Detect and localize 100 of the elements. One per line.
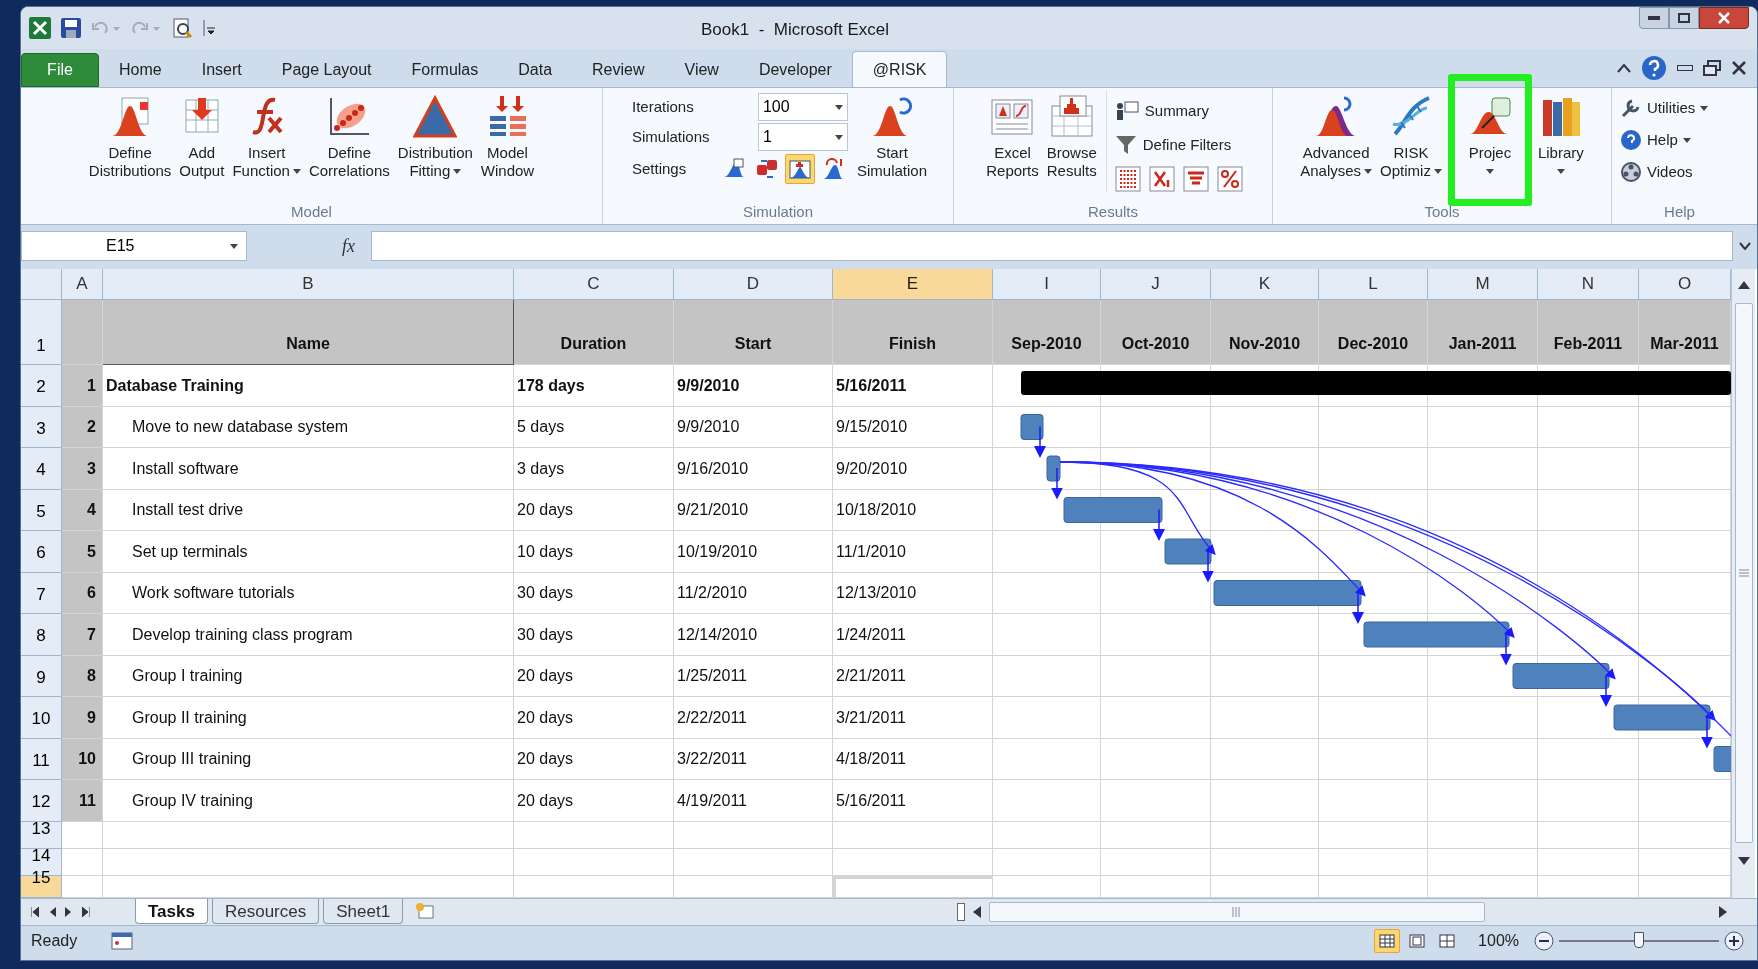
column-header[interactable]: M [1428, 269, 1538, 300]
name-box[interactable]: E15 [21, 231, 247, 261]
row-header[interactable]: 5 [21, 489, 62, 531]
variable-icon[interactable] [1148, 166, 1175, 192]
column-header[interactable]: C [514, 269, 674, 300]
active-cell[interactable] [833, 875, 993, 898]
settings-toggle[interactable] [784, 154, 815, 184]
fx-button[interactable]: fx [253, 231, 365, 261]
close-icon[interactable] [1731, 60, 1747, 76]
view-button[interactable] [1374, 929, 1401, 953]
grid-icon[interactable] [1114, 166, 1141, 192]
ribbon-button[interactable]: Utilities [1620, 92, 1747, 124]
scroll-down-icon[interactable] [1737, 857, 1750, 865]
minimize-icon[interactable] [1677, 65, 1693, 71]
scroll-left-icon[interactable] [973, 906, 981, 918]
ribbon-tab[interactable]: Insert [181, 53, 262, 87]
minimize-button[interactable] [1639, 7, 1669, 29]
ribbon-tab[interactable]: @RISK [851, 51, 948, 87]
close-button[interactable] [1699, 7, 1749, 29]
save-icon[interactable] [61, 18, 81, 38]
zoom-out-icon[interactable] [1533, 930, 1555, 952]
ribbon-tab[interactable]: Page Layout [261, 53, 392, 87]
percent-icon[interactable] [1216, 166, 1243, 192]
ribbon-button[interactable]: Define Distributions [85, 90, 175, 180]
customize-toolbar-icon[interactable] [203, 20, 215, 36]
row-header[interactable]: 12 [21, 780, 62, 822]
ribbon-button[interactable]: Projec [1454, 90, 1525, 180]
ribbon-tab[interactable]: Formulas [391, 53, 499, 87]
ribbon-button[interactable]: RISK Optimiz [1377, 90, 1445, 180]
restore-icon[interactable] [1703, 60, 1721, 76]
column-header[interactable]: I [993, 269, 1101, 300]
ribbon-button[interactable]: Define Filters [1114, 128, 1243, 162]
column-header[interactable]: K [1211, 269, 1319, 300]
row-header[interactable]: 4 [21, 448, 62, 490]
sheet-tab[interactable]: Sheet1 [323, 899, 404, 924]
scroll-thumb[interactable] [1734, 303, 1753, 843]
formula-input[interactable] [371, 231, 1733, 261]
row-header[interactable]: 3 [21, 406, 62, 448]
file-tab[interactable]: File [21, 53, 99, 87]
column-header[interactable]: J [1101, 269, 1211, 300]
task-bar [1164, 538, 1212, 565]
ribbon-tab[interactable]: View [664, 53, 739, 87]
next-sheet-icon[interactable] [65, 907, 73, 917]
collapse-ribbon-icon[interactable] [1617, 63, 1631, 73]
excel-logo-icon[interactable] [29, 17, 51, 39]
split-handle[interactable] [957, 903, 965, 921]
ribbon-tab[interactable]: Data [498, 53, 573, 87]
column-header[interactable]: A [62, 269, 103, 300]
row-header[interactable]: 2 [21, 365, 62, 407]
print-preview-icon[interactable] [171, 17, 193, 39]
bars-icon[interactable] [1182, 166, 1209, 192]
ribbon-button[interactable]: Library [1534, 90, 1587, 180]
ribbon-button[interactable]: Insert Function [229, 90, 304, 180]
ribbon-button[interactable]: Help [1620, 124, 1747, 156]
column-header[interactable]: N [1538, 269, 1639, 300]
row-header[interactable]: 9 [21, 655, 62, 697]
previous-sheet-icon[interactable] [48, 907, 56, 917]
row-header[interactable]: 1 [21, 300, 62, 365]
scroll-right-icon[interactable] [1719, 906, 1727, 918]
maximize-button[interactable] [1669, 7, 1699, 29]
histogram-grid-icon [1049, 94, 1094, 138]
ribbon-button[interactable]: Distribution Fitting [394, 90, 476, 180]
ribbon-button[interactable]: Advanced Analyses [1297, 90, 1376, 180]
horizontal-scroll-thumb[interactable] [989, 902, 1485, 922]
row-header[interactable]: 6 [21, 531, 62, 573]
ribbon-button[interactable]: Videos [1620, 156, 1747, 188]
vertical-scrollbar[interactable] [1731, 269, 1755, 898]
column-header[interactable]: E [833, 269, 993, 300]
ribbon-button[interactable]: Browse Results [1043, 90, 1100, 180]
ribbon-button[interactable]: Define Correlations [305, 90, 393, 180]
row-header[interactable]: 8 [21, 614, 62, 656]
column-header[interactable]: B [103, 269, 514, 300]
start-simulation-button[interactable]: Start Simulation [853, 90, 930, 180]
sheet-tab[interactable]: Tasks [135, 899, 208, 924]
macro-record-icon[interactable] [111, 932, 133, 950]
ribbon-button[interactable]: Model Window [477, 90, 538, 180]
row-header[interactable]: 7 [21, 572, 62, 614]
iterations-field[interactable]: 100 [757, 93, 848, 121]
scroll-up-icon[interactable] [1737, 281, 1750, 289]
zoom-slider-thumb[interactable] [1634, 932, 1644, 948]
row-header[interactable]: 11 [21, 738, 62, 780]
help-icon[interactable] [1641, 55, 1667, 81]
ribbon-button[interactable]: Summary [1114, 94, 1243, 128]
last-sheet-icon[interactable] [82, 907, 90, 917]
simulations-field[interactable]: 1 [757, 123, 848, 151]
row-header[interactable]: 10 [21, 697, 62, 739]
zoom-level[interactable]: 100% [1478, 929, 1519, 953]
column-header[interactable]: D [674, 269, 833, 300]
ribbon-button[interactable]: Excel Reports [983, 90, 1042, 180]
ribbon-tab[interactable]: Home [99, 53, 182, 87]
column-header[interactable]: L [1319, 269, 1428, 300]
column-header[interactable]: O [1639, 269, 1731, 300]
zoom-in-icon[interactable] [1723, 930, 1745, 952]
ribbon-button[interactable]: Add Output [176, 90, 228, 180]
ribbon-tab[interactable]: Developer [738, 53, 852, 87]
expand-formula-icon[interactable] [1739, 242, 1751, 250]
first-sheet-icon[interactable] [31, 907, 39, 917]
row-header[interactable]: 13 [21, 821, 62, 849]
sheet-tab[interactable]: Resources [211, 899, 320, 924]
ribbon-tab[interactable]: Review [572, 53, 665, 87]
